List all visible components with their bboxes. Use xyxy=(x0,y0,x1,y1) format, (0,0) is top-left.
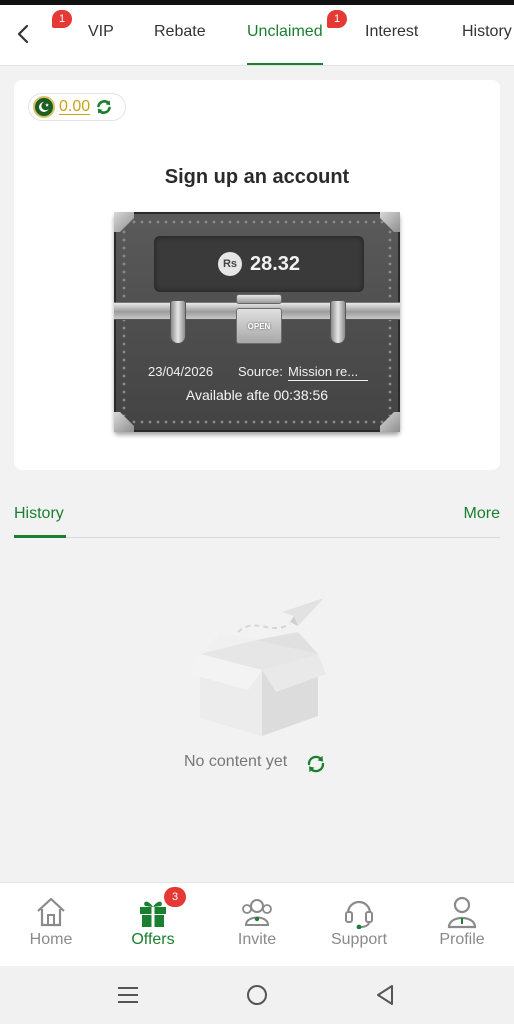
chest-clasp xyxy=(330,300,346,344)
nav-support-label: Support xyxy=(330,931,388,948)
nav-offers-label: Offers xyxy=(131,931,175,948)
offer-title: Sign up an account xyxy=(164,166,350,188)
notification-badge: 1 xyxy=(52,10,72,28)
offer-card: 0.00 Sign up an account Rs 28.32 OPEN 23… xyxy=(14,80,500,470)
history-tab-indicator xyxy=(14,535,66,538)
bottom-nav: Home 3 Offers Invite Support Profile xyxy=(0,882,514,966)
balance-pill: 0.00 xyxy=(28,93,126,121)
nav-home-label: Home xyxy=(29,931,73,948)
tab-unclaimed[interactable]: Unclaimed xyxy=(247,23,323,41)
reward-countdown: Available afte 00:38:56 xyxy=(185,387,329,403)
refresh-icon[interactable] xyxy=(305,753,327,775)
active-tab-indicator xyxy=(247,63,323,65)
history-tab[interactable]: History xyxy=(14,505,64,523)
chevron-left-icon xyxy=(17,24,29,44)
menu-icon[interactable] xyxy=(116,984,140,1006)
home-circle-icon[interactable] xyxy=(245,984,269,1006)
chest-latch xyxy=(236,294,282,304)
balance-value[interactable]: 0.00 xyxy=(59,98,90,116)
tab-unclaimed-badge: 1 xyxy=(327,10,347,28)
nav-profile[interactable]: Profile xyxy=(411,883,513,967)
tab-vip[interactable]: VIP xyxy=(88,23,114,41)
reward-source-value[interactable]: Mission re... xyxy=(288,364,368,381)
top-tab-bar: 1 VIP Rebate Unclaimed 1 Interest Histor… xyxy=(0,5,514,66)
profile-icon xyxy=(447,896,477,929)
headset-icon xyxy=(345,900,373,929)
rupee-icon: Rs xyxy=(217,252,242,276)
empty-box-icon xyxy=(190,598,326,736)
nav-offers[interactable]: 3 Offers xyxy=(102,883,204,967)
treasure-chest[interactable]: Rs 28.32 OPEN 23/04/2026 Source: Mission… xyxy=(114,212,400,432)
empty-state-text: No content yet xyxy=(184,753,288,770)
back-button[interactable] xyxy=(6,17,40,51)
tab-history[interactable]: History xyxy=(462,23,512,41)
tab-interest[interactable]: Interest xyxy=(365,23,418,41)
back-triangle-icon[interactable] xyxy=(374,984,398,1006)
system-nav-bar xyxy=(0,966,514,1024)
reward-date: 23/04/2026 xyxy=(148,364,214,379)
nav-invite[interactable]: Invite xyxy=(206,883,308,967)
nav-support[interactable]: Support xyxy=(308,883,410,967)
pakistan-flag-icon xyxy=(33,96,55,118)
nav-invite-label: Invite xyxy=(237,931,277,948)
refresh-icon[interactable] xyxy=(94,97,114,117)
chest-rivets xyxy=(130,420,384,424)
nav-home[interactable]: Home xyxy=(0,883,102,967)
open-lock-button[interactable]: OPEN xyxy=(236,308,282,344)
nav-profile-label: Profile xyxy=(439,931,485,948)
reward-amount-panel: Rs 28.32 xyxy=(154,236,364,292)
offers-badge: 3 xyxy=(164,887,186,907)
history-more-link[interactable]: More xyxy=(464,505,500,523)
reward-source-label: Source: xyxy=(238,364,283,379)
chest-clasp xyxy=(170,300,186,344)
home-icon xyxy=(37,897,65,927)
chest-rivets xyxy=(130,220,384,224)
tab-rebate[interactable]: Rebate xyxy=(154,23,206,41)
reward-amount: 28.32 xyxy=(249,252,301,275)
history-divider xyxy=(14,537,500,538)
invite-icon xyxy=(242,899,272,926)
